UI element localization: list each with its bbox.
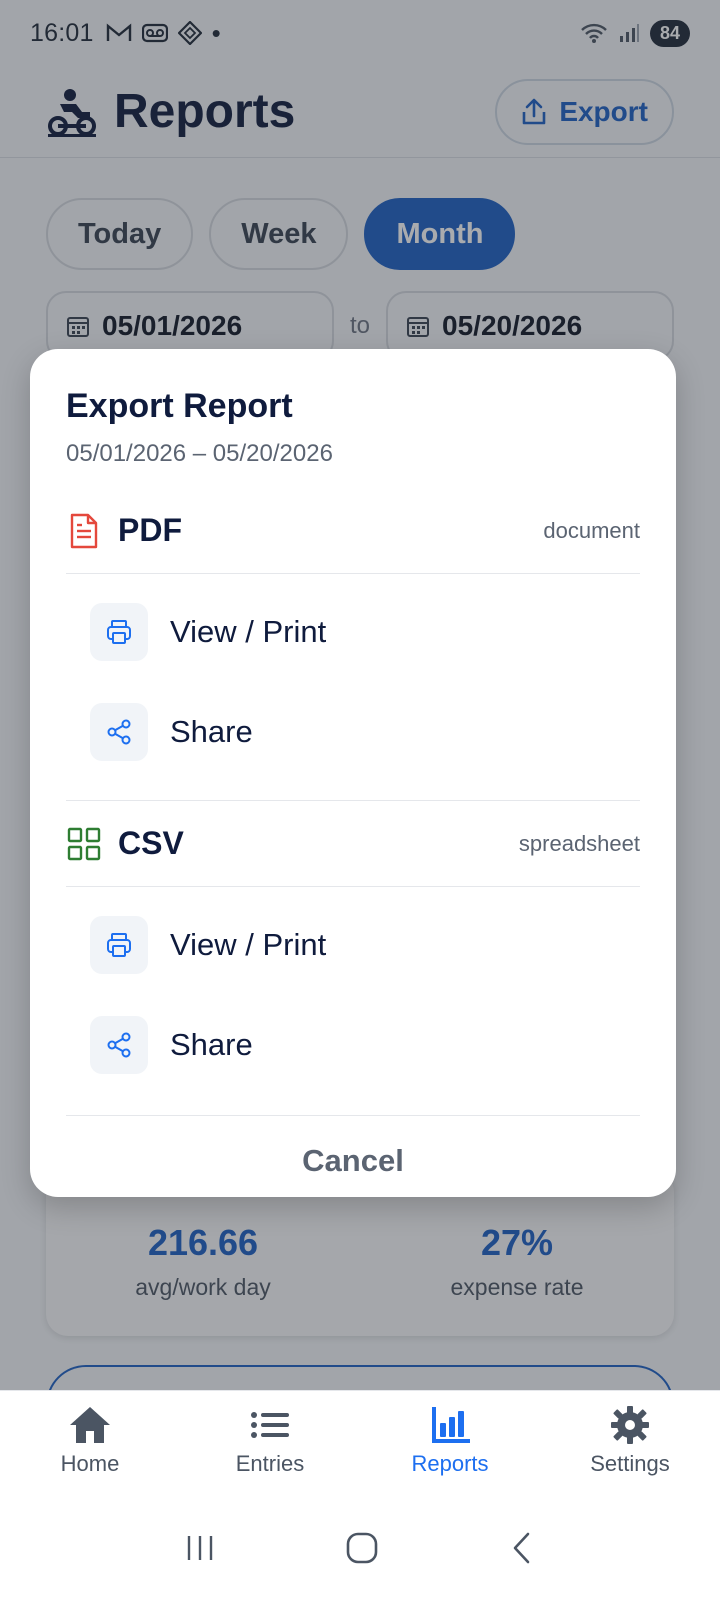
section-type: spreadsheet [518, 830, 640, 856]
pdf-share-option[interactable]: Share [66, 682, 640, 782]
section-name: PDF [118, 512, 182, 548]
dialog-title: Export Report [66, 387, 293, 425]
document-icon [66, 513, 102, 549]
recents-icon[interactable] [184, 1533, 216, 1563]
share-icon [90, 1016, 148, 1074]
list-icon [251, 1412, 289, 1438]
section-type: document [543, 517, 640, 543]
share-icon [90, 703, 148, 761]
option-label: View / Print [170, 927, 327, 962]
csv-section-header: CSV spreadsheet [66, 801, 640, 887]
nav-settings[interactable]: Settings [540, 1391, 720, 1496]
option-label: View / Print [170, 614, 327, 649]
nav-label: Home [60, 1451, 120, 1476]
nav-label: Settings [590, 1451, 670, 1476]
pdf-section-header: PDF document [66, 488, 640, 574]
home-icon [70, 1407, 110, 1443]
section-name: CSV [118, 825, 184, 861]
nav-reports[interactable]: Reports [360, 1391, 540, 1496]
printer-icon [90, 916, 148, 974]
bottom-nav: Home Entries Reports Settings [0, 1390, 720, 1496]
bar-chart-icon [432, 1407, 470, 1443]
gear-icon [611, 1406, 649, 1444]
cancel-button[interactable]: Cancel [66, 1116, 640, 1206]
nav-entries[interactable]: Entries [180, 1391, 360, 1496]
back-icon[interactable] [508, 1531, 536, 1565]
csv-share-option[interactable]: Share [66, 995, 640, 1095]
dialog-subtitle: 05/01/2026 – 05/20/2026 [66, 440, 333, 467]
option-label: Share [170, 1027, 253, 1062]
nav-home[interactable]: Home [0, 1391, 180, 1496]
home-circle-icon[interactable] [345, 1531, 379, 1565]
nav-label: Reports [411, 1451, 489, 1476]
grid-icon [66, 826, 102, 862]
nav-label: Entries [235, 1451, 305, 1476]
pdf-view-print-option[interactable]: View / Print [66, 582, 640, 682]
option-label: Share [170, 714, 253, 749]
printer-icon [90, 603, 148, 661]
system-navigation [0, 1496, 720, 1600]
csv-view-print-option[interactable]: View / Print [66, 895, 640, 995]
export-report-dialog: Export Report 05/01/2026 – 05/20/2026 PD… [30, 349, 676, 1197]
